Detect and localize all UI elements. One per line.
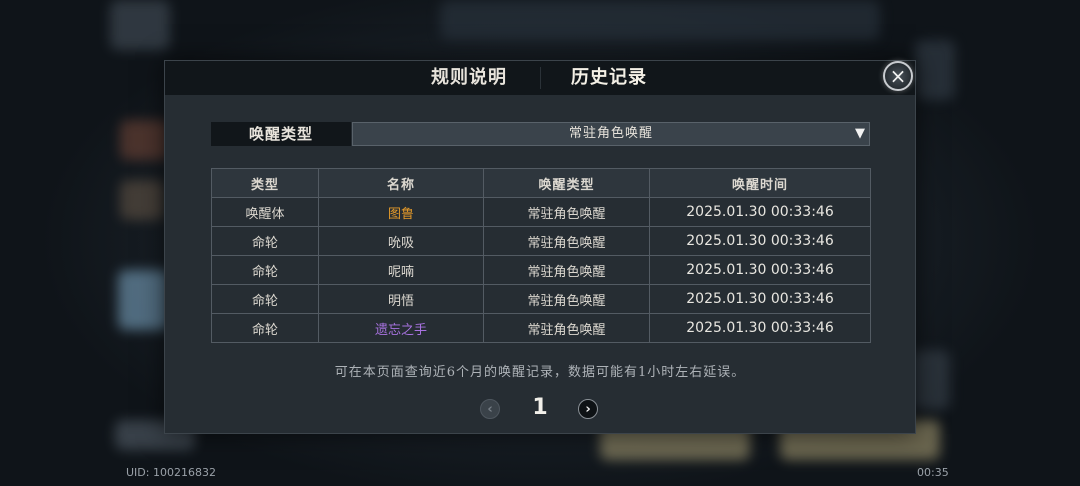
cell-time: 2025.01.30 00:33:46 (649, 313, 871, 343)
cell-time: 2025.01.30 00:33:46 (649, 284, 871, 314)
history-dialog: 规则说明 历史记录 × 唤醒类型 常驻角色唤醒 ▼ 类型 名称 唤醒类型 唤醒时… (164, 60, 916, 434)
next-page-button[interactable]: › (578, 399, 598, 419)
table-row: 命轮 遗忘之手 常驻角色唤醒 2025.01.30 00:33:46 (211, 313, 871, 343)
header-name: 名称 (318, 168, 484, 198)
cell-wake-type: 常驻角色唤醒 (483, 284, 650, 314)
cell-time: 2025.01.30 00:33:46 (649, 255, 871, 285)
table-row: 命轮 吮吸 常驻角色唤醒 2025.01.30 00:33:46 (211, 226, 871, 256)
tab-rules[interactable]: 规则说明 (431, 64, 507, 92)
cell-time: 2025.01.30 00:33:46 (649, 197, 871, 227)
cell-time: 2025.01.30 00:33:46 (649, 226, 871, 256)
chevron-right-icon: › (585, 401, 591, 417)
history-notice: 可在本页面查询近6个月的唤醒记录，数据可能有1小时左右延误。 (334, 365, 746, 380)
cell-name: 吮吸 (318, 226, 484, 256)
header-wake-type: 唤醒类型 (483, 168, 650, 198)
cell-type: 唤醒体 (211, 197, 319, 227)
cell-name: 呢喃 (318, 255, 484, 285)
table-header-row: 类型 名称 唤醒类型 唤醒时间 (211, 168, 871, 198)
tab-history[interactable]: 历史记录 (571, 64, 647, 92)
cell-type: 命轮 (211, 226, 319, 256)
current-page: 1 (532, 395, 548, 420)
table-row: 唤醒体 图鲁 常驻角色唤醒 2025.01.30 00:33:46 (211, 197, 871, 227)
cell-type: 命轮 (211, 255, 319, 285)
cell-wake-type: 常驻角色唤醒 (483, 313, 650, 343)
cell-type: 命轮 (211, 284, 319, 314)
header-wake-time: 唤醒时间 (649, 168, 871, 198)
close-icon: × (889, 64, 907, 88)
wake-type-select[interactable]: 常驻角色唤醒 ▼ (352, 122, 870, 146)
cell-name: 明悟 (318, 284, 484, 314)
header-type: 类型 (211, 168, 319, 198)
close-button[interactable]: × (883, 61, 913, 91)
cell-type: 命轮 (211, 313, 319, 343)
dropdown-arrow-icon: ▼ (855, 126, 866, 141)
cell-wake-type: 常驻角色唤醒 (483, 255, 650, 285)
prev-page-button[interactable]: ‹ (480, 399, 500, 419)
chevron-left-icon: ‹ (487, 401, 493, 417)
filter-label: 唤醒类型 (211, 122, 351, 146)
dialog-header: 规则说明 历史记录 (165, 61, 915, 95)
tab-divider (540, 67, 541, 89)
uid-label: UID: 100216832 (126, 466, 216, 479)
cell-name: 图鲁 (318, 197, 484, 227)
clock-label: 00:35 (917, 466, 949, 479)
wake-type-selected: 常驻角色唤醒 (568, 126, 653, 141)
cell-wake-type: 常驻角色唤醒 (483, 226, 650, 256)
table-row: 命轮 呢喃 常驻角色唤醒 2025.01.30 00:33:46 (211, 255, 871, 285)
table-row: 命轮 明悟 常驻角色唤醒 2025.01.30 00:33:46 (211, 284, 871, 314)
cell-wake-type: 常驻角色唤醒 (483, 197, 650, 227)
cell-name: 遗忘之手 (318, 313, 484, 343)
record-table: 类型 名称 唤醒类型 唤醒时间 唤醒体 图鲁 常驻角色唤醒 2025.01.30… (211, 168, 871, 343)
